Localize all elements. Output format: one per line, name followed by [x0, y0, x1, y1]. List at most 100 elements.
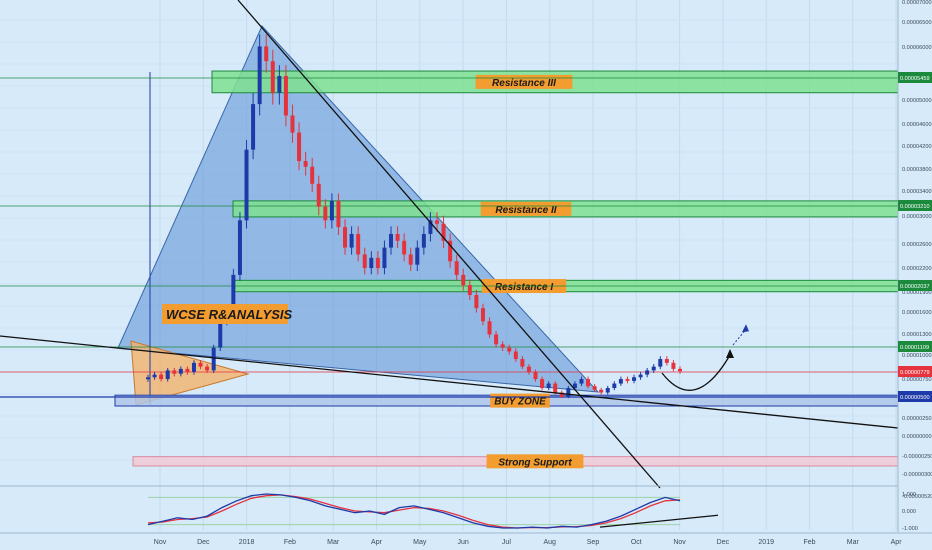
candle-body: [651, 366, 656, 371]
candle-body: [369, 257, 374, 269]
candle-body: [362, 254, 367, 269]
candle-body: [638, 374, 643, 378]
x-tick-label: Nov: [154, 539, 167, 546]
candle-body: [454, 261, 459, 275]
price-axis: 0.00007000 0.00006500 0.00006000 0.00005000…: [897, 0, 932, 532]
oscillator-tick-label: 1.000: [902, 492, 916, 498]
x-tick-label: Apr: [891, 539, 903, 546]
chart-canvas[interactable]: Resistance III Resistance II Resistance I B…: [0, 0, 932, 550]
candle-body: [415, 247, 420, 265]
candle-body: [632, 377, 637, 381]
candle-body: [211, 347, 216, 371]
zone-label: Strong Support: [498, 457, 572, 468]
candle-body: [586, 379, 591, 387]
candle-body: [402, 240, 407, 255]
candle-body: [566, 388, 571, 397]
x-tick-label: Apr: [371, 539, 383, 546]
candle-body: [494, 334, 499, 345]
candle-body: [349, 233, 354, 248]
price-tick-label: 0.00007000: [902, 0, 932, 6]
candle-body: [658, 359, 663, 367]
title-group: WCSE R&ANALYSIS: [162, 304, 292, 324]
candle-body: [329, 200, 334, 221]
candle-body: [474, 295, 479, 309]
candle-body: [178, 368, 183, 374]
x-tick-label: Feb: [284, 539, 296, 546]
candle-body: [678, 368, 682, 372]
candle-body: [264, 46, 269, 62]
price-badge-label: 0.00001109: [900, 345, 929, 351]
x-tick-label: Jul: [502, 539, 511, 546]
x-tick-label: Nov: [673, 539, 686, 546]
candle-body: [375, 257, 380, 269]
candle-body: [461, 274, 466, 286]
price-tick-label: 0.00001000: [902, 353, 932, 359]
candle-body: [270, 61, 275, 93]
x-tick-label: 2018: [239, 539, 255, 546]
price-tick-label: 0.00005000: [902, 98, 932, 104]
candle-body: [389, 233, 394, 248]
candle-body: [159, 374, 164, 380]
candle-body: [526, 366, 531, 372]
candle-body: [513, 351, 518, 360]
candle-body: [185, 368, 190, 372]
candle-body: [625, 379, 630, 381]
price-tick-label: 0.00006500: [902, 20, 932, 26]
candle-body: [395, 233, 400, 241]
price-tick-label: 0.00006000: [902, 45, 932, 51]
candle-body: [645, 370, 650, 375]
price-badge-label: 0.00003210: [900, 204, 930, 210]
zone-label: Resistance II: [495, 205, 556, 216]
candle-body: [434, 220, 439, 224]
candle-body: [237, 220, 242, 275]
candle-body: [421, 233, 426, 248]
chart-title: WCSE R&ANALYSIS: [166, 307, 292, 322]
candle-body: [467, 285, 472, 296]
candle-body: [172, 370, 177, 374]
candle-body: [290, 115, 295, 133]
price-tick-label: 0.00003800: [902, 167, 932, 173]
price-tick-label: 0.00002600: [902, 242, 932, 248]
candle-body: [408, 254, 413, 265]
candle-body: [612, 383, 617, 389]
candle-body: [336, 200, 341, 228]
candle-body: [382, 247, 387, 269]
price-tick-label: 0.00003400: [902, 189, 932, 195]
price-tick-label: 0.00003000: [902, 214, 932, 220]
candle-body: [244, 149, 249, 221]
candle-body: [146, 377, 150, 380]
candle-body: [579, 379, 584, 384]
candle-body: [671, 362, 676, 369]
candle-body: [480, 308, 485, 322]
candle-body: [277, 75, 282, 93]
x-tick-label: 2019: [758, 539, 774, 546]
zone-label: Resistance I: [495, 282, 554, 293]
price-tick-label: 0.00004600: [902, 122, 932, 128]
candle-body: [323, 206, 328, 221]
x-tick-label: Sep: [587, 539, 600, 546]
price-badge-label: 0.00002037: [900, 284, 930, 290]
x-tick-label: Jun: [457, 539, 468, 546]
candle-body: [165, 370, 170, 380]
price-tick-label: 0.00002200: [902, 266, 932, 272]
price-badge-label: 0.00000500: [900, 395, 930, 401]
candle-body: [520, 359, 525, 367]
price-tick-label: 0.00001600: [902, 310, 932, 316]
candle-body: [592, 386, 597, 390]
candle-body: [297, 132, 302, 162]
candle-body: [152, 374, 157, 378]
candle-body: [251, 104, 256, 150]
candle-body: [618, 379, 623, 384]
x-tick-label: Oct: [631, 539, 642, 546]
zone-label: Resistance III: [492, 78, 556, 89]
candle-body: [191, 362, 196, 372]
candle-body: [283, 75, 288, 116]
price-badge-label: 0.00000779: [900, 370, 930, 376]
price-badge-label: 0.00005459: [900, 76, 930, 82]
candle-body: [257, 46, 262, 105]
price-tick-label: -0.00000250: [902, 454, 932, 460]
x-tick-label: Dec: [197, 539, 210, 546]
x-tick-label: Dec: [717, 539, 730, 546]
candle-body: [664, 359, 669, 363]
price-tick-label: 0.00001300: [902, 332, 932, 338]
